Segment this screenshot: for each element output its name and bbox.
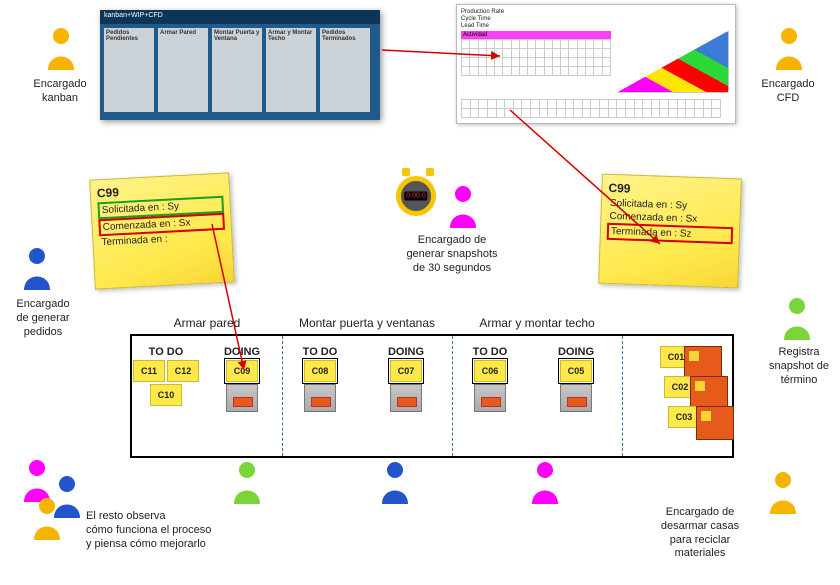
column-header-todo: TO DO — [473, 346, 508, 358]
person-icon — [772, 26, 806, 70]
house-icon — [696, 406, 734, 440]
cfd-label: Lead Time — [461, 23, 731, 30]
cfd-label: Production Rate — [461, 9, 731, 16]
person-icon — [378, 460, 412, 504]
sticky-note-done: C99 Solicitada en : Sy Comenzada en : Sx… — [598, 174, 742, 289]
cfd-activity-header: Actividad — [461, 31, 611, 39]
house-icon — [690, 376, 728, 410]
role-desarmar: Encargado de desarmar casas para recicla… — [640, 506, 760, 561]
stopwatch-icon — [396, 168, 440, 222]
lane-title: Armar pared — [132, 316, 282, 330]
person-icon — [446, 184, 480, 228]
trello-col-title: Pedidos Terminados — [322, 30, 368, 42]
trello-col-title: Montar Puerta y Ventana — [214, 30, 260, 42]
column-header-todo: TO DO — [303, 346, 338, 358]
role-snapshots: Encargado de generar snapshots de 30 seg… — [392, 234, 512, 275]
trello-breadcrumb: kanban+WIP+CFD — [104, 12, 163, 19]
card: C11 — [133, 360, 165, 382]
role-registrar: Registra snapshot de término — [754, 346, 840, 387]
person-icon — [20, 246, 54, 290]
done-stack: C01 C02 C03 — [664, 346, 724, 446]
lane-title: Armar y montar techo — [452, 316, 622, 330]
build-photo — [390, 384, 422, 412]
role-observa: El resto observa cómo funciona el proces… — [86, 510, 266, 551]
kanban-board: Armar pared TO DO C11 C12 C10 DOING C09 … — [130, 334, 734, 458]
person-icon — [44, 26, 78, 70]
cfd-label: Cycle Time — [461, 16, 731, 23]
column-header-todo: TO DO — [149, 346, 184, 358]
role-pedidos: Encargado de generar pedidos — [0, 298, 86, 339]
column-header-doing: DOING — [224, 346, 260, 358]
role-cfd: Encargado CFD — [748, 78, 828, 106]
column-header-doing: DOING — [388, 346, 424, 358]
cfd-chart — [617, 31, 729, 93]
card: C08 — [304, 360, 336, 382]
sticky-note-request: C99 Solicitada en : Sy Comenzada en : Sx… — [89, 172, 235, 289]
build-photo — [304, 384, 336, 412]
build-photo — [560, 384, 592, 412]
trello-col-title: Pedidos Pendientes — [106, 30, 152, 42]
column-header-doing: DOING — [558, 346, 594, 358]
card: C10 — [150, 384, 182, 406]
trello-screenshot: kanban+WIP+CFD Pedidos Pendientes Armar … — [100, 10, 380, 120]
card: C12 — [167, 360, 199, 382]
person-icon — [528, 460, 562, 504]
trello-col-title: Armar Pared — [160, 30, 206, 36]
person-icon — [30, 496, 64, 540]
person-icon — [780, 296, 814, 340]
lane-title: Montar puerta y ventanas — [282, 316, 452, 330]
card: C07 — [390, 360, 422, 382]
card: C06 — [474, 360, 506, 382]
card: C05 — [560, 360, 592, 382]
trello-col-title: Armar y Montar Techo — [268, 30, 314, 42]
person-icon — [230, 460, 264, 504]
house-icon — [684, 346, 722, 380]
cfd-spreadsheet: Production Rate Cycle Time Lead Time Act… — [456, 4, 736, 124]
sticky-row: Terminada en : Sz — [607, 223, 734, 244]
sticky-title: C99 — [608, 181, 734, 199]
person-icon — [766, 470, 800, 514]
card: C09 — [226, 360, 258, 382]
build-photo — [474, 384, 506, 412]
build-photo — [226, 384, 258, 412]
role-kanban: Encargado kanban — [20, 78, 100, 106]
